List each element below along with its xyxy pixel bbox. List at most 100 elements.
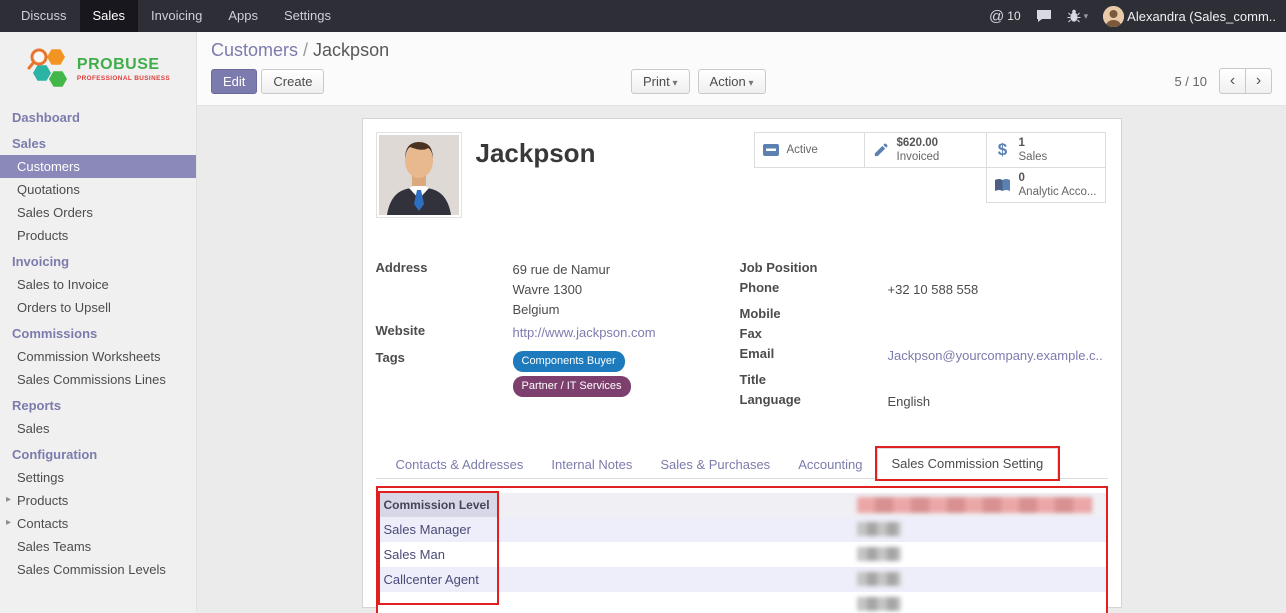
sidebar-item-customers[interactable]: Customers — [0, 155, 196, 178]
sidebar-item-sales-commissions-lines[interactable]: Sales Commissions Lines — [0, 368, 196, 391]
table-row-sales-manager[interactable]: Sales Manager — [378, 517, 1106, 542]
sidebar-item-sales-commission-levels[interactable]: Sales Commission Levels — [0, 558, 196, 581]
action-dropdown-button[interactable]: Action — [698, 69, 766, 94]
sales-count-label: Sales — [1019, 150, 1048, 164]
tags-label: Tags — [376, 350, 513, 365]
page-title: Jackpson — [476, 138, 596, 169]
tab-sales-purchases[interactable]: Sales & Purchases — [646, 450, 784, 479]
website-label: Website — [376, 323, 513, 338]
redacted-cell-content — [857, 597, 901, 611]
button-row: Edit Create Print Action 5 / 10 — [211, 68, 1272, 94]
pager-text: 5 / 10 — [1174, 74, 1207, 89]
table-row-empty[interactable] — [378, 592, 1106, 613]
table-row-callcenter-agent[interactable]: Callcenter Agent — [378, 567, 1106, 592]
edit-button[interactable]: Edit — [211, 69, 257, 94]
sidebar-header-invoicing[interactable]: Invoicing — [0, 247, 196, 273]
job-position-label: Job Position — [740, 260, 888, 275]
address-row: Address 69 rue de Namur Wavre 1300 Belgi… — [376, 260, 740, 320]
menu-settings[interactable]: Settings — [271, 0, 344, 32]
logo-title: PROBUSE — [77, 56, 170, 74]
pencil-icon — [872, 143, 890, 158]
breadcrumb-separator: / — [303, 40, 308, 60]
sidebar-item-config-contacts[interactable]: Contacts — [0, 512, 196, 535]
tab-sales-commission-setting[interactable]: Sales Commission Setting — [877, 448, 1059, 479]
language-value: English — [888, 392, 931, 412]
commission-level-cell: Sales Manager — [378, 522, 497, 537]
website-link[interactable]: http://www.jackpson.com — [513, 323, 656, 343]
right-field-group: Job Position Phone +32 10 588 558 Mobile… — [740, 260, 1108, 415]
user-menu-button[interactable]: Alexandra (Sales_comm.. — [1103, 6, 1276, 27]
mentions-button[interactable]: 10 — [989, 8, 1021, 25]
dollar-icon: $ — [994, 139, 1012, 160]
sheet-header: Jackpson Active $620.00 Invoiced — [376, 132, 1108, 228]
pager-buttons — [1219, 68, 1272, 94]
commission-table-annotation-box: Commission Level Sales Manager Sales Man… — [376, 486, 1108, 613]
job-position-row: Job Position — [740, 260, 1108, 277]
commission-level-column-header[interactable]: Commission Level — [378, 493, 497, 517]
sidebar-item-sales-to-invoice[interactable]: Sales to Invoice — [0, 273, 196, 296]
sidebar-item-reports-sales[interactable]: Sales — [0, 417, 196, 440]
email-link[interactable]: Jackpson@yourcompany.example.c.. — [888, 346, 1103, 366]
print-dropdown-button[interactable]: Print — [631, 69, 690, 94]
sidebar-item-products[interactable]: Products — [0, 224, 196, 247]
email-label: Email — [740, 346, 888, 361]
phone-value: +32 10 588 558 — [888, 280, 979, 300]
menu-invoicing[interactable]: Invoicing — [138, 0, 215, 32]
create-button[interactable]: Create — [261, 69, 324, 94]
table-row-sales-man[interactable]: Sales Man — [378, 542, 1106, 567]
pager-previous-button[interactable] — [1219, 68, 1246, 94]
menu-sales[interactable]: Sales — [80, 0, 139, 32]
sidebar-item-orders-to-upsell[interactable]: Orders to Upsell — [0, 296, 196, 319]
breadcrumb: Customers/Jackpson — [211, 40, 1272, 61]
invoiced-stat-button[interactable]: $620.00 Invoiced — [864, 132, 987, 168]
language-label: Language — [740, 392, 888, 407]
table-header-row: Commission Level — [378, 493, 1106, 517]
form-sheet: Jackpson Active $620.00 Invoiced — [362, 118, 1122, 608]
active-label: Active — [787, 143, 818, 157]
menu-discuss[interactable]: Discuss — [8, 0, 80, 32]
sidebar-header-reports[interactable]: Reports — [0, 391, 196, 417]
sidebar-item-quotations[interactable]: Quotations — [0, 178, 196, 201]
sidebar-item-settings[interactable]: Settings — [0, 466, 196, 489]
sales-stat-button[interactable]: $ 1 Sales — [986, 132, 1106, 168]
tag-partner-it-services: Partner / IT Services — [513, 376, 631, 397]
sidebar-header-configuration[interactable]: Configuration — [0, 440, 196, 466]
tab-internal-notes[interactable]: Internal Notes — [537, 450, 646, 479]
address-label: Address — [376, 260, 513, 275]
tab-contacts-addresses[interactable]: Contacts & Addresses — [382, 450, 538, 479]
address-line-1: 69 rue de Namur — [513, 260, 611, 280]
chat-bubble-icon — [1036, 9, 1052, 23]
sidebar-item-sales-orders[interactable]: Sales Orders — [0, 201, 196, 224]
analytic-stat-button[interactable]: 0 Analytic Acco... — [986, 167, 1106, 203]
tab-accounting[interactable]: Accounting — [784, 450, 876, 479]
sidebar-header-commissions[interactable]: Commissions — [0, 319, 196, 345]
active-icon — [762, 143, 780, 157]
sidebar-item-sales-teams[interactable]: Sales Teams — [0, 535, 196, 558]
tag-components-buyer: Components Buyer — [513, 351, 625, 372]
breadcrumb-customers[interactable]: Customers — [211, 40, 298, 60]
sidebar-item-commission-worksheets[interactable]: Commission Worksheets — [0, 345, 196, 368]
customer-photo — [376, 132, 462, 218]
address-line-2: Wavre 1300 — [513, 280, 611, 300]
title-row: Title — [740, 372, 1108, 389]
sidebar-header-sales[interactable]: Sales — [0, 129, 196, 155]
sidebar-header-dashboard[interactable]: Dashboard — [0, 103, 196, 129]
title-label: Title — [740, 372, 888, 387]
logo-subtitle: PROFESSIONAL BUSINESS — [77, 75, 170, 82]
redacted-header-content — [857, 497, 1092, 513]
commission-level-cell: Callcenter Agent — [378, 572, 497, 587]
debug-menu-button[interactable] — [1067, 9, 1089, 23]
active-stat-button[interactable]: Active — [754, 132, 865, 168]
sidebar-item-config-products[interactable]: Products — [0, 489, 196, 512]
redacted-cell-content — [857, 572, 901, 586]
center-buttons: Print Action — [631, 69, 766, 94]
menu-apps[interactable]: Apps — [215, 0, 271, 32]
top-navbar: Discuss Sales Invoicing Apps Settings 10… — [0, 0, 1286, 32]
chat-button[interactable] — [1036, 9, 1052, 23]
phone-label: Phone — [740, 280, 888, 295]
pager: 5 / 10 — [1174, 68, 1272, 94]
address-value: 69 rue de Namur Wavre 1300 Belgium — [513, 260, 611, 320]
fax-row: Fax — [740, 326, 1108, 343]
pager-next-button[interactable] — [1245, 68, 1272, 94]
user-avatar — [1103, 6, 1124, 27]
